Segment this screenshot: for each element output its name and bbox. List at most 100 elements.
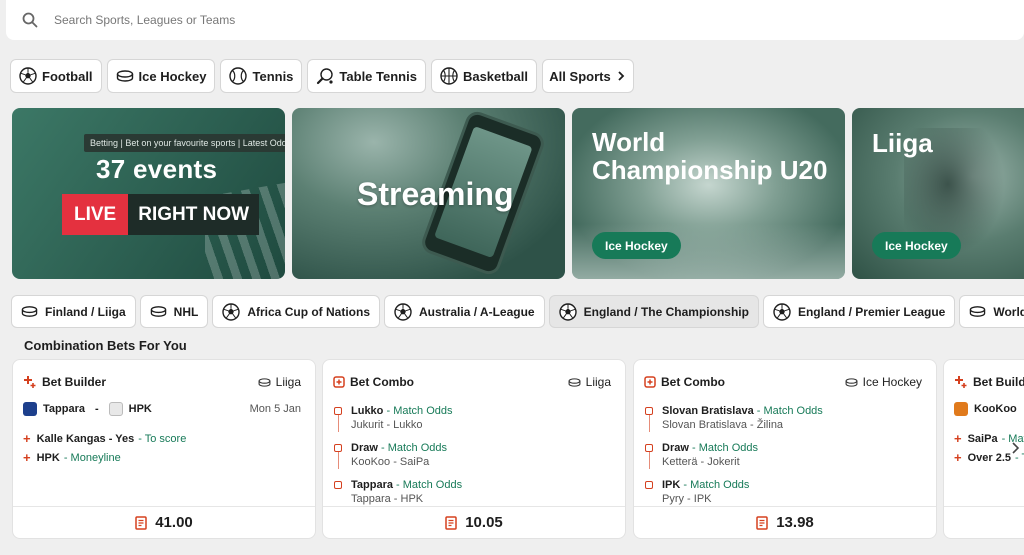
section-title: Combination Bets For You xyxy=(24,338,187,353)
bet-slip-icon xyxy=(756,515,768,530)
home-team: Tappara xyxy=(43,403,85,415)
league-chip-label: Finland / Liiga xyxy=(45,304,126,319)
odds-button[interactable]: 41.00 xyxy=(13,506,315,538)
ice-hockey-puck-icon xyxy=(845,377,858,387)
leg-marker xyxy=(333,404,343,432)
leg-market: - Match Odds xyxy=(756,405,823,417)
selection-name: Over 2.5 xyxy=(967,451,1012,464)
card-sport: Ice Hockey xyxy=(845,375,922,389)
liiga-banner[interactable]: Liiga Ice Hockey xyxy=(852,108,1024,279)
match-row: Tappara - HPK Mon 5 Jan xyxy=(23,402,301,416)
league-chip-australia-a-league[interactable]: Australia / A-League xyxy=(384,295,545,328)
ice-hockey-puck-icon xyxy=(21,306,38,317)
card-header: Bet Builder Liiga xyxy=(23,375,301,389)
leg-market: - Match Odds xyxy=(380,442,447,454)
all-sports-button[interactable]: All Sports xyxy=(542,59,634,93)
sport-chip-basketball[interactable]: Basketball xyxy=(430,59,537,93)
right-now-text: RIGHT NOW xyxy=(128,194,260,235)
odds-button[interactable]: 13.98 xyxy=(634,506,936,538)
team-jersey-icon xyxy=(23,402,37,416)
league-chip-world-championship[interactable]: World Cha xyxy=(959,295,1024,328)
card-header: Bet Combo Liiga xyxy=(333,375,611,389)
leg-market: - Match Odds xyxy=(683,479,750,491)
bet-combo-icon xyxy=(333,376,345,388)
card-sport-label: Liiga xyxy=(585,375,611,389)
sport-chip-football[interactable]: Football xyxy=(10,59,102,93)
home-team: KooKoo xyxy=(974,403,1017,415)
live-badge: LIVE xyxy=(62,194,129,235)
chevron-right-icon[interactable] xyxy=(1010,441,1020,455)
live-events-banner[interactable]: Betting | Bet on your favourite sports |… xyxy=(12,108,285,279)
sport-chip-label: Football xyxy=(42,68,93,84)
card-type-label: Bet Combo xyxy=(350,375,414,389)
card-sport-label: Ice Hockey xyxy=(862,375,922,389)
sport-chip-ice-hockey[interactable]: Ice Hockey xyxy=(106,59,216,93)
selection-name: Kalle Kangas - Yes xyxy=(36,432,135,445)
leg-pick: Draw xyxy=(351,442,378,454)
league-chip-nhl[interactable]: NHL xyxy=(139,295,209,328)
combo-leg: Slovan Bratislava - Match Odds Slovan Bra… xyxy=(644,404,926,432)
sport-chip-tennis[interactable]: Tennis xyxy=(220,59,303,93)
banner-tagline: Betting | Bet on your favourite sports |… xyxy=(84,134,285,152)
bet-slip-icon xyxy=(445,515,457,530)
league-chip-england-championship[interactable]: England / The Championship xyxy=(548,295,759,328)
leg-event: Slovan Bratislava - Žilina xyxy=(662,419,784,431)
bet-builder-card[interactable]: Bet Builder Liiga Tappara - HPK Mon 5 Ja… xyxy=(12,359,316,539)
combo-legs: Lukko - Match Odds Jukurit - Lukko Draw -… xyxy=(333,404,615,515)
selection-name: SaiPa xyxy=(967,432,998,445)
odds-button[interactable]: 10.05 xyxy=(323,506,625,538)
team-jersey-icon xyxy=(954,402,968,416)
bet-combo-icon xyxy=(644,376,656,388)
leg-pick: Lukko xyxy=(351,405,384,417)
chevron-right-icon xyxy=(618,71,624,81)
ice-hockey-puck-icon xyxy=(258,377,271,387)
odds-value: 13.98 xyxy=(776,514,814,531)
leg-event: Tappara - HPK xyxy=(351,493,424,505)
football-icon xyxy=(773,302,791,321)
combo-leg: IPK - Match Odds Pyry - IPK xyxy=(644,478,926,506)
live-events-count: 37 events xyxy=(96,154,218,184)
search-bar[interactable] xyxy=(6,0,1024,40)
selection-line: + HPK - Moneyline xyxy=(23,450,121,465)
leg-pick: Slovan Bratislava xyxy=(662,405,754,417)
league-chip-finland-liiga[interactable]: Finland / Liiga xyxy=(11,295,136,328)
leg-marker xyxy=(644,404,654,432)
bet-combo-card[interactable]: Bet Combo Liiga Lukko - Match Odds Jukuri… xyxy=(322,359,626,539)
search-icon xyxy=(22,12,38,28)
sport-chip-label: Basketball xyxy=(462,68,528,84)
tennis-ball-icon xyxy=(229,67,248,85)
odds-value: 10.05 xyxy=(465,514,503,531)
card-type-label: Bet Builder xyxy=(42,375,107,389)
bet-combo-card[interactable]: Bet Combo Ice Hockey Slovan Bratislava -… xyxy=(633,359,937,539)
combo-leg: Lukko - Match Odds Jukurit - Lukko xyxy=(333,404,615,432)
card-type: Bet Builder xyxy=(954,375,1024,389)
league-chip-england-premier-league[interactable]: England / Premier League xyxy=(762,295,956,328)
card-header: Bet Builder xyxy=(954,375,1024,389)
table-tennis-paddle-icon xyxy=(317,68,334,85)
plus-icon: + xyxy=(954,450,962,465)
leg-event: Pyry - IPK xyxy=(662,493,712,505)
sport-chip-table-tennis[interactable]: Table Tennis xyxy=(307,59,426,93)
leg-market: - Match Odds xyxy=(691,442,758,454)
odds-button[interactable] xyxy=(944,506,1024,538)
streaming-banner[interactable]: Streaming xyxy=(292,108,565,279)
league-chip-africa-cup[interactable]: Africa Cup of Nations xyxy=(212,295,381,328)
league-nav: Finland / Liiga NHL Africa Cup of Nation… xyxy=(11,295,1024,328)
ice-hockey-tag[interactable]: Ice Hockey xyxy=(872,232,961,259)
live-right-now-label: LIVE RIGHT NOW xyxy=(62,194,260,235)
leg-market: - Match Odds xyxy=(386,405,453,417)
search-input[interactable] xyxy=(54,13,654,27)
selection-name: HPK xyxy=(36,451,60,464)
football-icon xyxy=(19,67,37,85)
world-championship-banner[interactable]: World Championship U20 Ice Hockey xyxy=(572,108,845,279)
plus-icon: + xyxy=(23,431,31,446)
plus-icon: + xyxy=(954,431,962,446)
ice-hockey-puck-icon xyxy=(150,306,166,317)
odds-value: 41.00 xyxy=(155,514,193,531)
football-icon xyxy=(222,302,241,321)
selection-line: + Kalle Kangas - Yes - To score xyxy=(23,431,186,446)
football-icon xyxy=(558,302,577,321)
ice-hockey-tag[interactable]: Ice Hockey xyxy=(592,232,681,259)
league-chip-label: Australia / A-League xyxy=(419,304,535,319)
combo-legs: Slovan Bratislava - Match Odds Slovan Bra… xyxy=(644,404,926,515)
